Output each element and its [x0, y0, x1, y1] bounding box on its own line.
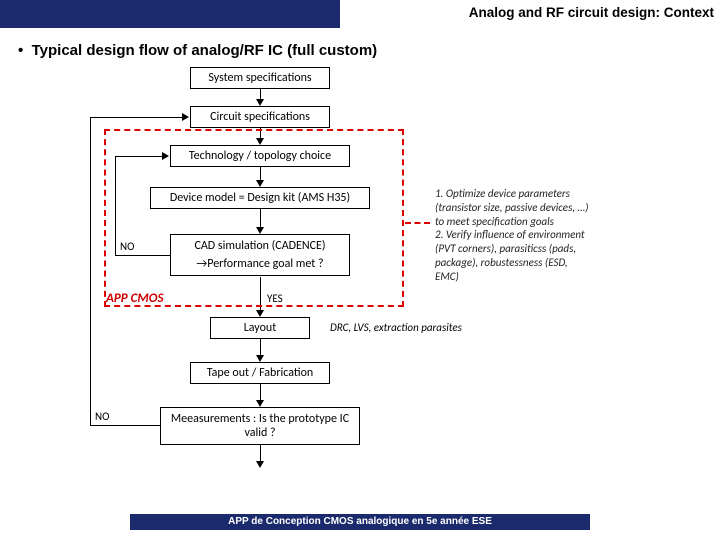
side-note: 1. Optimize device parameters (transisto… — [435, 187, 645, 283]
bullet-heading: • Typical design flow of analog/RF IC (f… — [18, 42, 720, 59]
arrow-down-icon — [256, 310, 264, 317]
arrow-down-icon — [256, 400, 264, 407]
box-system-spec: System specifications — [190, 67, 330, 89]
header-bar: Analog and RF circuit design: Context — [0, 0, 720, 28]
label-no-2: NO — [95, 410, 109, 423]
connector — [90, 425, 160, 426]
side-note-l7: EMC) — [435, 270, 645, 284]
arrow-down-icon — [256, 355, 264, 362]
side-note-l5: (PVT corners), parasiticss (pads, — [435, 242, 645, 256]
side-note-l4: 2. Verify influence of environment — [435, 228, 645, 242]
bullet-text: Typical design flow of analog/RF IC (ful… — [32, 42, 378, 59]
side-note-l6: package), robustessness (ESD, — [435, 256, 645, 270]
connector-dashed — [405, 222, 430, 224]
app-cmos-highlight-box — [104, 129, 404, 307]
flow-diagram: System specifications Circuit specificat… — [20, 67, 700, 497]
side-note-l2: (transistor size, passive devices, …) — [435, 201, 645, 215]
arrow-down-icon — [256, 99, 264, 106]
slide-title: Analog and RF circuit design: Context — [469, 5, 714, 20]
arrow-right-icon — [182, 113, 189, 121]
label-drc: DRC, LVS, extraction parasites — [330, 321, 462, 334]
box-layout: Layout — [210, 317, 310, 339]
footer-bar: APP de Conception CMOS analogique en 5e … — [130, 514, 590, 530]
box-circuit-spec: Circuit specifications — [190, 106, 330, 128]
box-tapeout: Tape out / Fabrication — [190, 362, 330, 384]
connector — [90, 117, 184, 118]
side-note-l3: to meet specification goals — [435, 215, 645, 229]
connector — [90, 117, 91, 426]
arrow-down-icon — [256, 461, 264, 468]
box-measurements: Meeasurements : Is the prototype IC vali… — [160, 407, 360, 445]
app-cmos-label: APP CMOS — [106, 291, 164, 306]
side-note-l1: 1. Optimize device parameters — [435, 187, 645, 201]
